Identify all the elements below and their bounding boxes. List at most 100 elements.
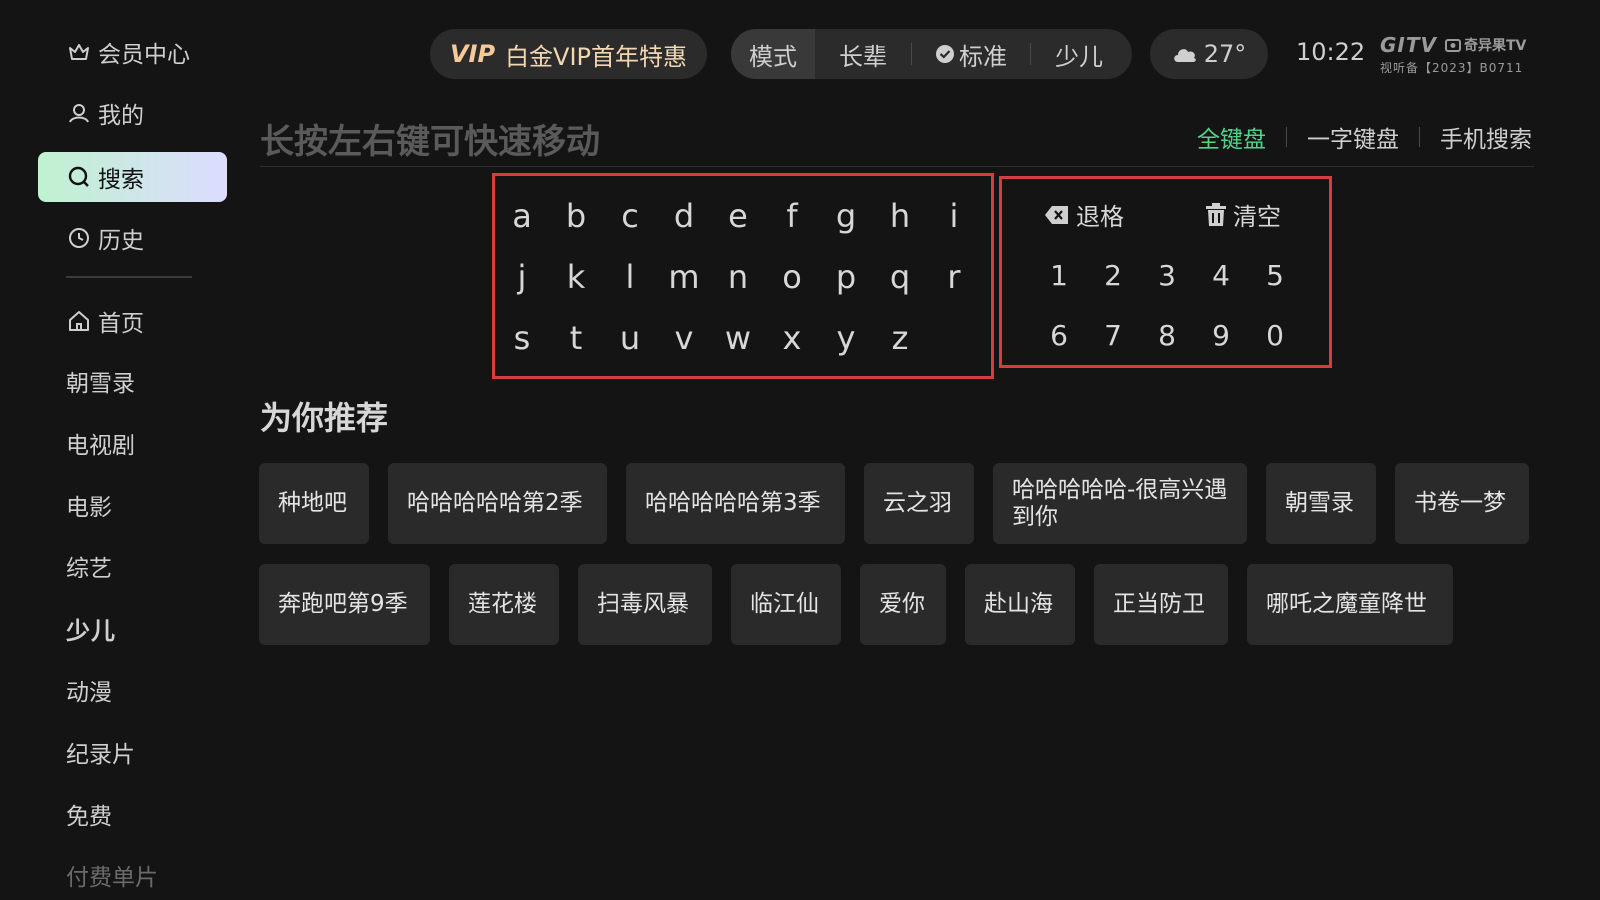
sidebar-item-cat[interactable]: 综艺	[66, 541, 112, 591]
tab-separator	[1286, 127, 1287, 147]
sidebar-item-cat[interactable]: 免费	[66, 789, 112, 839]
key-digit[interactable]: 6	[1041, 317, 1077, 353]
mode-kids-button[interactable]: 少儿	[1031, 29, 1127, 79]
sidebar-item-cat[interactable]: 纪录片	[66, 727, 135, 777]
backspace-icon	[1044, 204, 1070, 226]
recommend-chip[interactable]: 临江仙	[731, 564, 841, 645]
key-digit[interactable]: 0	[1257, 317, 1293, 353]
vip-promo-label: 白金VIP首年特惠	[505, 42, 688, 71]
key-letter[interactable]: v	[664, 318, 704, 358]
recommend-chip[interactable]: 扫毒风暴	[578, 564, 712, 645]
key-letter[interactable]: z	[880, 318, 920, 358]
key-letter[interactable]: w	[718, 318, 758, 358]
sidebar-item-mine[interactable]: 我的	[66, 88, 144, 138]
logo-brand: 奇异果TV	[1463, 38, 1527, 54]
tab-full-keyboard[interactable]: 全键盘	[1197, 120, 1266, 154]
key-digit[interactable]: 5	[1257, 257, 1293, 293]
key-letter[interactable]: a	[502, 196, 542, 236]
mode-standard-label: 标准	[959, 42, 1007, 71]
sidebar-item-history[interactable]: 历史	[66, 213, 144, 263]
key-letter[interactable]: n	[718, 257, 758, 297]
key-letter[interactable]: u	[610, 318, 650, 358]
clock-time: 10:22	[1296, 38, 1366, 66]
key-letter[interactable]: x	[772, 318, 812, 358]
key-letter[interactable]: o	[772, 257, 812, 297]
sidebar-item-label: 历史	[98, 228, 144, 254]
recommend-chip[interactable]: 云之羽	[864, 463, 974, 544]
recommend-chip[interactable]: 奔跑吧第9季	[259, 564, 430, 645]
recommend-chip[interactable]: 朝雪录	[1266, 463, 1376, 544]
key-letter[interactable]: g	[826, 196, 866, 236]
key-letter[interactable]: q	[880, 257, 920, 297]
key-digit[interactable]: 3	[1149, 257, 1185, 293]
key-letter[interactable]: b	[556, 196, 596, 236]
weather-widget[interactable]: 27°	[1150, 29, 1268, 79]
recommend-chip[interactable]: 哪吒之魔童降世	[1247, 564, 1453, 645]
recommend-chip[interactable]: 书卷一梦	[1395, 463, 1529, 544]
key-digit[interactable]: 1	[1041, 257, 1077, 293]
search-input-hint[interactable]: 长按左右键可快速移动	[260, 114, 600, 163]
sidebar-item-cat[interactable]: 朝雪录	[66, 356, 135, 406]
key-letter[interactable]: e	[718, 196, 758, 236]
key-digit[interactable]: 7	[1095, 317, 1131, 353]
user-icon	[66, 100, 92, 126]
key-letter[interactable]: y	[826, 318, 866, 358]
crown-icon	[66, 39, 92, 65]
key-letter[interactable]: c	[610, 196, 650, 236]
divider	[260, 166, 1534, 167]
key-letter[interactable]: s	[502, 318, 542, 358]
recommend-chip[interactable]: 哈哈哈哈哈第2季	[388, 463, 607, 544]
cloud-icon	[1172, 45, 1198, 63]
sidebar-item-cat[interactable]: 动漫	[66, 665, 112, 715]
key-letter[interactable]: r	[934, 257, 974, 297]
key-letter[interactable]: d	[664, 196, 704, 236]
recommend-chip[interactable]: 莲花楼	[449, 564, 559, 645]
temperature: 27°	[1203, 40, 1247, 68]
sidebar-item-home[interactable]: 首页	[66, 296, 144, 346]
recommend-chip[interactable]: 哈哈哈哈哈-很高兴遇到你	[993, 463, 1247, 544]
key-letter[interactable]: h	[880, 196, 920, 236]
recommend-chip[interactable]: 正当防卫	[1094, 564, 1228, 645]
sidebar-item-label: 搜索	[98, 167, 144, 193]
sidebar: 会员中心 我的 搜索 历史 首页 朝雪录 电视剧 电影 综艺 少儿 动漫 纪录片…	[0, 0, 240, 900]
key-letter[interactable]: f	[772, 196, 812, 236]
vip-badge: VIP	[449, 40, 496, 68]
key-letter[interactable]: p	[826, 257, 866, 297]
key-letter[interactable]: m	[664, 257, 704, 297]
key-letter[interactable]: t	[556, 318, 596, 358]
key-letter[interactable]: k	[556, 257, 596, 297]
key-digit[interactable]: 8	[1149, 317, 1185, 353]
key-letter[interactable]: i	[934, 196, 974, 236]
recommend-chip[interactable]: 赴山海	[965, 564, 1075, 645]
key-letter[interactable]: j	[502, 257, 542, 297]
recommend-chip[interactable]: 种地吧	[259, 463, 369, 544]
tab-t9-keyboard[interactable]: 一字键盘	[1307, 120, 1399, 154]
key-digit[interactable]: 9	[1203, 317, 1239, 353]
clock-icon	[66, 225, 92, 251]
sidebar-item-search[interactable]: 搜索	[38, 152, 227, 202]
clear-button[interactable]: 清空	[1205, 197, 1281, 232]
mode-switcher: 模式 长辈 标准 少儿	[731, 29, 1132, 79]
backspace-button[interactable]: 退格	[1044, 197, 1124, 232]
key-digit[interactable]: 2	[1095, 257, 1131, 293]
recommend-title: 为你推荐	[260, 399, 389, 437]
mode-elder-button[interactable]: 长辈	[815, 29, 911, 79]
mode-label: 模式	[731, 29, 815, 79]
tab-separator	[1419, 127, 1420, 147]
sidebar-item-label: 首页	[98, 311, 144, 337]
sidebar-item-vip-center[interactable]: 会员中心	[66, 27, 190, 77]
sidebar-item-cat[interactable]: 付费单片	[66, 850, 158, 900]
sidebar-item-kids[interactable]: 少儿	[66, 603, 116, 653]
letter-keyboard: a b c d e f g h i j k l m n o p q r s t …	[492, 173, 994, 379]
key-digit[interactable]: 4	[1203, 257, 1239, 293]
trash-icon	[1205, 202, 1227, 227]
recommend-chip[interactable]: 爱你	[860, 564, 946, 645]
key-letter[interactable]: l	[610, 257, 650, 297]
number-keyboard: 退格 清空 1 2 3 4 5 6 7 8 9 0	[999, 176, 1332, 368]
vip-promo-button[interactable]: VIP 白金VIP首年特惠	[430, 29, 707, 79]
recommend-chip[interactable]: 哈哈哈哈哈第3季	[626, 463, 845, 544]
sidebar-item-cat[interactable]: 电影	[66, 480, 112, 530]
tab-phone-search[interactable]: 手机搜索	[1440, 120, 1532, 154]
sidebar-item-cat[interactable]: 电视剧	[66, 418, 135, 468]
mode-standard-button[interactable]: 标准	[912, 29, 1030, 79]
